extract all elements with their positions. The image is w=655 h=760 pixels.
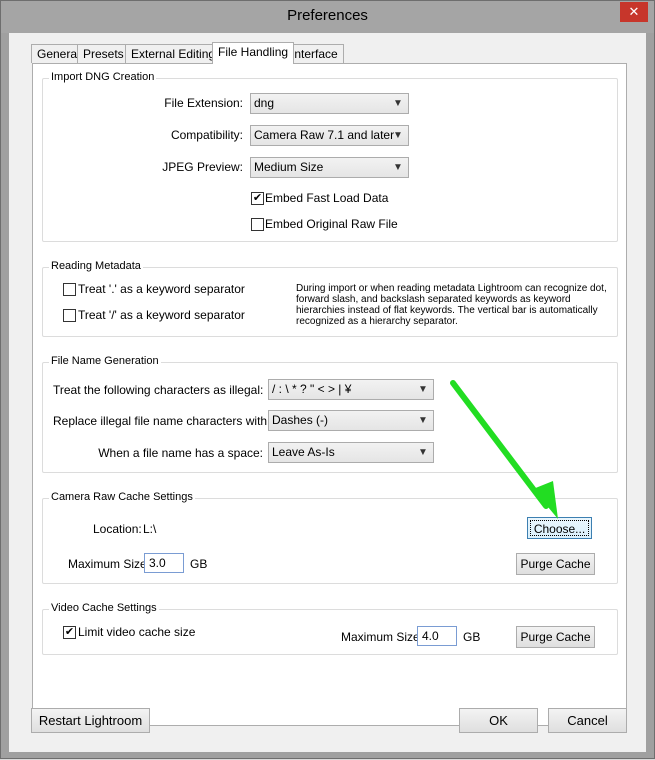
description-line: recognized as a hierarchy separator. <box>296 316 458 327</box>
location-value: L:\ <box>143 522 157 536</box>
space-handling-value: Leave As-Is <box>272 445 335 459</box>
location-label: Location: <box>93 522 142 536</box>
window-title: Preferences <box>287 7 368 24</box>
chevron-down-icon: ▼ <box>393 98 403 109</box>
compatibility-value: Camera Raw 7.1 and later <box>254 128 395 142</box>
camera-raw-cache-group: Camera Raw Cache Settings Location: L:\ … <box>42 491 618 584</box>
illegal-chars-value: / : \ * ? " < > | ¥ <box>272 382 352 396</box>
file-extension-value: dng <box>254 96 275 110</box>
compatibility-select[interactable]: Camera Raw 7.1 and later ▼ <box>250 125 409 146</box>
embed-raw-label: Embed Original Raw File <box>265 217 398 231</box>
jpeg-preview-select[interactable]: Medium Size ▼ <box>250 157 409 178</box>
slash-separator-label: Treat '/' as a keyword separator <box>78 308 245 322</box>
tab-file-handling[interactable]: File Handling <box>212 42 295 64</box>
import-dng-title: Import DNG Creation <box>49 71 157 83</box>
camera-raw-cache-title: Camera Raw Cache Settings <box>49 491 195 503</box>
raw-max-size-input[interactable]: 3.0 <box>144 553 184 573</box>
jpeg-preview-value: Medium Size <box>254 160 324 174</box>
title-bar[interactable]: Preferences ✕ <box>1 1 654 33</box>
video-size-unit: GB <box>463 630 481 644</box>
choose-button-label: Choose... <box>530 520 589 536</box>
tab-presets[interactable]: Presets <box>77 44 130 63</box>
embed-fast-load-label: Embed Fast Load Data <box>265 191 389 205</box>
choose-button[interactable]: Choose... <box>527 517 592 539</box>
file-name-generation-title: File Name Generation <box>49 355 161 367</box>
replace-chars-label: Replace illegal file name characters wit… <box>53 414 271 428</box>
import-dng-group: Import DNG Creation File Extension: dng … <box>42 71 618 242</box>
video-purge-cache-button[interactable]: Purge Cache <box>516 626 595 648</box>
chevron-down-icon: ▼ <box>418 384 428 395</box>
jpeg-preview-label: JPEG Preview: <box>162 160 243 174</box>
tab-external-editing[interactable]: External Editing <box>125 44 222 63</box>
limit-video-cache-label: Limit video cache size <box>78 625 196 639</box>
chevron-down-icon: ▼ <box>418 415 428 426</box>
space-handling-label: When a file name has a space: <box>98 446 263 460</box>
file-name-generation-group: File Name Generation Treat the following… <box>42 355 618 473</box>
reading-metadata-title: Reading Metadata <box>49 260 143 272</box>
raw-max-size-label: Maximum Size: <box>68 557 151 571</box>
embed-fast-load-checkbox[interactable]: ✔ <box>251 192 264 205</box>
reading-metadata-group: Reading Metadata Treat '.' as a keyword … <box>42 260 618 337</box>
video-cache-title: Video Cache Settings <box>49 602 159 614</box>
close-icon[interactable]: ✕ <box>620 2 648 22</box>
illegal-chars-select[interactable]: / : \ * ? " < > | ¥ ▼ <box>268 379 434 400</box>
file-handling-panel: Import DNG Creation File Extension: dng … <box>32 63 627 726</box>
space-handling-select[interactable]: Leave As-Is ▼ <box>268 442 434 463</box>
video-cache-group: Video Cache Settings ✔ Limit video cache… <box>42 602 618 655</box>
file-extension-label: File Extension: <box>164 96 243 110</box>
dot-separator-checkbox[interactable] <box>63 283 76 296</box>
limit-video-cache-checkbox[interactable]: ✔ <box>63 626 76 639</box>
restart-lightroom-button[interactable]: Restart Lightroom <box>31 708 150 733</box>
video-max-size-label: Maximum Size: <box>341 630 424 644</box>
raw-purge-cache-button[interactable]: Purge Cache <box>516 553 595 575</box>
dot-separator-label: Treat '.' as a keyword separator <box>78 282 245 296</box>
compatibility-label: Compatibility: <box>170 128 243 142</box>
cancel-button[interactable]: Cancel <box>548 708 627 733</box>
description-line: hierarchies instead of flat keywords. Th… <box>296 305 598 316</box>
description-line: forward slash, and backslash separated k… <box>296 294 571 305</box>
chevron-down-icon: ▼ <box>393 130 403 141</box>
metadata-description: During import or when reading metadata L… <box>296 283 616 327</box>
chevron-down-icon: ▼ <box>418 447 428 458</box>
replace-chars-value: Dashes (-) <box>272 413 329 427</box>
preferences-window: Preferences ✕ General Presets External E… <box>0 0 655 759</box>
ok-button[interactable]: OK <box>459 708 538 733</box>
embed-raw-checkbox[interactable] <box>251 218 264 231</box>
raw-size-unit: GB <box>190 557 208 571</box>
chevron-down-icon: ▼ <box>393 162 403 173</box>
dialog-body: General Presets External Editing File Ha… <box>9 33 646 752</box>
video-max-size-input[interactable]: 4.0 <box>417 626 457 646</box>
slash-separator-checkbox[interactable] <box>63 309 76 322</box>
replace-chars-select[interactable]: Dashes (-) ▼ <box>268 410 434 431</box>
file-extension-select[interactable]: dng ▼ <box>250 93 409 114</box>
description-line: During import or when reading metadata L… <box>296 283 607 294</box>
illegal-chars-label: Treat the following characters as illega… <box>53 383 264 397</box>
